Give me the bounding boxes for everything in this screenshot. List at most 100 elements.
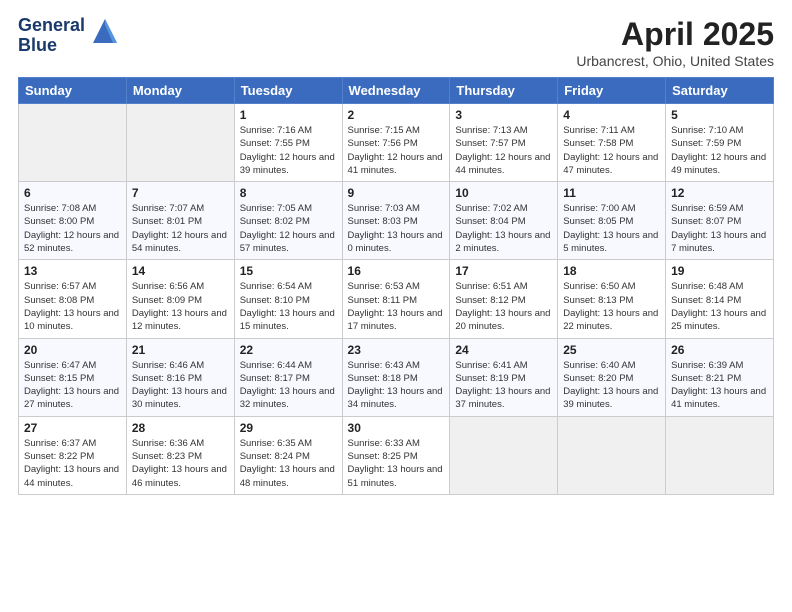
day-number: 5 [671,108,768,122]
day-info: Sunrise: 6:50 AM Sunset: 8:13 PM Dayligh… [563,280,660,333]
day-number: 2 [348,108,445,122]
table-cell: 2Sunrise: 7:15 AM Sunset: 7:56 PM Daylig… [342,104,450,182]
table-cell: 11 Sunrise: 7:00 AM Sunset: 8:05 PM Dayli… [558,182,666,260]
title-area: April 2025 Urbancrest, Ohio, United Stat… [576,16,774,69]
table-cell: 13 Sunrise: 6:57 AM Sunset: 8:08 PM Dayli… [19,260,127,338]
table-cell [19,104,127,182]
table-cell: 8 Sunrise: 7:05 AM Sunset: 8:02 PM Daylig… [234,182,342,260]
day-number: 25 [563,343,660,357]
day-info: Sunrise: 6:57 AM Sunset: 8:08 PM Dayligh… [24,280,121,333]
calendar-header-row: Sunday Monday Tuesday Wednesday Thursday… [19,78,774,104]
col-saturday: Saturday [666,78,774,104]
day-info: Sunrise: 6:40 AM Sunset: 8:20 PM Dayligh… [563,359,660,412]
day-number: 18 [563,264,660,278]
page: GeneralBlue April 2025 Urbancrest, Ohio,… [0,0,792,612]
table-cell: 18 Sunrise: 6:50 AM Sunset: 8:13 PM Dayli… [558,260,666,338]
day-number: 13 [24,264,121,278]
day-number: 22 [240,343,337,357]
day-number: 29 [240,421,337,435]
table-cell: 15 Sunrise: 6:54 AM Sunset: 8:10 PM Dayli… [234,260,342,338]
day-number: 20 [24,343,121,357]
table-cell: 10Sunrise: 7:02 AM Sunset: 8:04 PM Dayli… [450,182,558,260]
table-cell: 1Sunrise: 7:16 AM Sunset: 7:55 PM Daylig… [234,104,342,182]
page-title: April 2025 [576,16,774,53]
day-number: 15 [240,264,337,278]
calendar: Sunday Monday Tuesday Wednesday Thursday… [18,77,774,495]
day-number: 10 [455,186,552,200]
day-number: 21 [132,343,229,357]
logo-icon [89,15,121,47]
week-row-4: 20Sunrise: 6:47 AM Sunset: 8:15 PM Dayli… [19,338,774,416]
table-cell: 30Sunrise: 6:33 AM Sunset: 8:25 PM Dayli… [342,416,450,494]
table-cell: 25 Sunrise: 6:40 AM Sunset: 8:20 PM Dayli… [558,338,666,416]
table-cell: 19Sunrise: 6:48 AM Sunset: 8:14 PM Dayli… [666,260,774,338]
day-number: 14 [132,264,229,278]
col-wednesday: Wednesday [342,78,450,104]
day-info: Sunrise: 7:16 AM Sunset: 7:55 PM Dayligh… [240,124,337,177]
day-info: Sunrise: 7:08 AM Sunset: 8:00 PM Dayligh… [24,202,121,255]
day-info: Sunrise: 6:36 AM Sunset: 8:23 PM Dayligh… [132,437,229,490]
day-info: Sunrise: 6:35 AM Sunset: 8:24 PM Dayligh… [240,437,337,490]
day-info: Sunrise: 7:10 AM Sunset: 7:59 PM Dayligh… [671,124,768,177]
table-cell [666,416,774,494]
table-cell: 22 Sunrise: 6:44 AM Sunset: 8:17 PM Dayli… [234,338,342,416]
table-cell: 4 Sunrise: 7:11 AM Sunset: 7:58 PM Daylig… [558,104,666,182]
day-number: 27 [24,421,121,435]
logo: GeneralBlue [18,16,121,56]
table-cell: 23 Sunrise: 6:43 AM Sunset: 8:18 PM Dayli… [342,338,450,416]
table-cell: 26 Sunrise: 6:39 AM Sunset: 8:21 PM Dayli… [666,338,774,416]
col-tuesday: Tuesday [234,78,342,104]
day-number: 8 [240,186,337,200]
col-thursday: Thursday [450,78,558,104]
day-info: Sunrise: 6:54 AM Sunset: 8:10 PM Dayligh… [240,280,337,333]
table-cell: 28 Sunrise: 6:36 AM Sunset: 8:23 PM Dayli… [126,416,234,494]
day-info: Sunrise: 6:59 AM Sunset: 8:07 PM Dayligh… [671,202,768,255]
day-info: Sunrise: 6:41 AM Sunset: 8:19 PM Dayligh… [455,359,552,412]
table-cell [126,104,234,182]
table-cell: 24 Sunrise: 6:41 AM Sunset: 8:19 PM Dayli… [450,338,558,416]
table-cell: 20Sunrise: 6:47 AM Sunset: 8:15 PM Dayli… [19,338,127,416]
week-row-3: 13 Sunrise: 6:57 AM Sunset: 8:08 PM Dayli… [19,260,774,338]
week-row-5: 27 Sunrise: 6:37 AM Sunset: 8:22 PM Dayli… [19,416,774,494]
table-cell: 9Sunrise: 7:03 AM Sunset: 8:03 PM Daylig… [342,182,450,260]
day-info: Sunrise: 7:11 AM Sunset: 7:58 PM Dayligh… [563,124,660,177]
day-number: 6 [24,186,121,200]
col-sunday: Sunday [19,78,127,104]
day-info: Sunrise: 6:53 AM Sunset: 8:11 PM Dayligh… [348,280,445,333]
day-info: Sunrise: 7:13 AM Sunset: 7:57 PM Dayligh… [455,124,552,177]
day-number: 24 [455,343,552,357]
table-cell: 17Sunrise: 6:51 AM Sunset: 8:12 PM Dayli… [450,260,558,338]
table-cell: 29 Sunrise: 6:35 AM Sunset: 8:24 PM Dayli… [234,416,342,494]
table-cell: 14 Sunrise: 6:56 AM Sunset: 8:09 PM Dayli… [126,260,234,338]
day-info: Sunrise: 6:56 AM Sunset: 8:09 PM Dayligh… [132,280,229,333]
table-cell [558,416,666,494]
day-number: 28 [132,421,229,435]
table-cell: 21 Sunrise: 6:46 AM Sunset: 8:16 PM Dayli… [126,338,234,416]
day-number: 4 [563,108,660,122]
table-cell: 5 Sunrise: 7:10 AM Sunset: 7:59 PM Daylig… [666,104,774,182]
logo-text: GeneralBlue [18,16,85,56]
day-info: Sunrise: 6:37 AM Sunset: 8:22 PM Dayligh… [24,437,121,490]
day-info: Sunrise: 7:07 AM Sunset: 8:01 PM Dayligh… [132,202,229,255]
day-info: Sunrise: 6:44 AM Sunset: 8:17 PM Dayligh… [240,359,337,412]
day-info: Sunrise: 6:46 AM Sunset: 8:16 PM Dayligh… [132,359,229,412]
table-cell [450,416,558,494]
page-subtitle: Urbancrest, Ohio, United States [576,53,774,69]
week-row-2: 6 Sunrise: 7:08 AM Sunset: 8:00 PM Daylig… [19,182,774,260]
table-cell: 6 Sunrise: 7:08 AM Sunset: 8:00 PM Daylig… [19,182,127,260]
day-number: 11 [563,186,660,200]
day-number: 12 [671,186,768,200]
day-number: 3 [455,108,552,122]
day-info: Sunrise: 6:39 AM Sunset: 8:21 PM Dayligh… [671,359,768,412]
day-info: Sunrise: 7:05 AM Sunset: 8:02 PM Dayligh… [240,202,337,255]
day-number: 26 [671,343,768,357]
table-cell: 12 Sunrise: 6:59 AM Sunset: 8:07 PM Dayli… [666,182,774,260]
col-monday: Monday [126,78,234,104]
day-number: 23 [348,343,445,357]
day-info: Sunrise: 6:43 AM Sunset: 8:18 PM Dayligh… [348,359,445,412]
header: GeneralBlue April 2025 Urbancrest, Ohio,… [18,16,774,69]
week-row-1: 1Sunrise: 7:16 AM Sunset: 7:55 PM Daylig… [19,104,774,182]
table-cell: 27 Sunrise: 6:37 AM Sunset: 8:22 PM Dayli… [19,416,127,494]
day-number: 16 [348,264,445,278]
day-info: Sunrise: 7:00 AM Sunset: 8:05 PM Dayligh… [563,202,660,255]
